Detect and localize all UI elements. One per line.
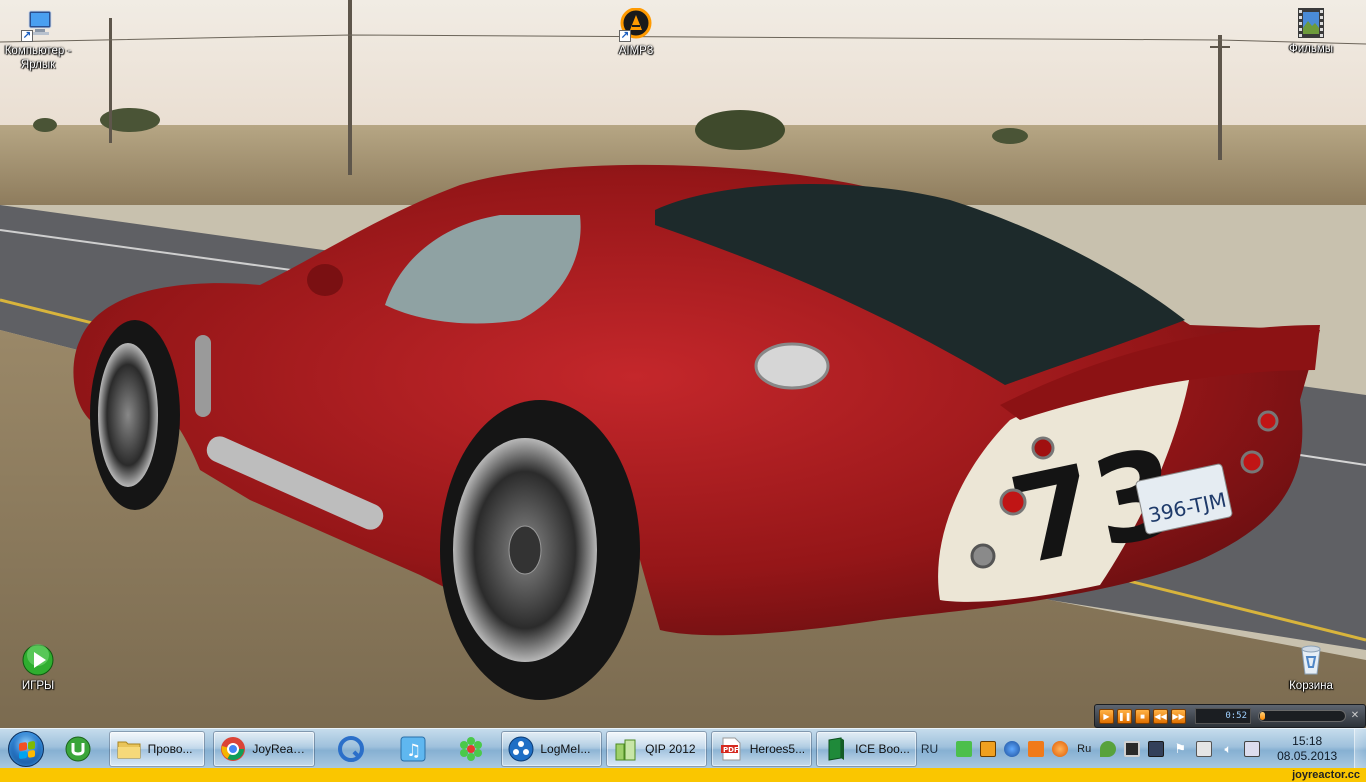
pet-icon[interactable] — [956, 740, 973, 757]
desktop-icon-computer[interactable]: ↗ Компьютер - Ярлык — [0, 8, 76, 72]
player-play-button[interactable]: ▶ — [1099, 708, 1114, 724]
desktop-icon-games[interactable]: ИГРЫ — [0, 643, 76, 693]
watermark-text: joyreactor.cc — [1292, 769, 1360, 781]
taskbar-pinned-icq[interactable] — [444, 731, 497, 767]
network-icon[interactable] — [1244, 740, 1261, 757]
desktop-icon-films[interactable]: Фильмы — [1273, 6, 1349, 56]
icq-flower-icon — [458, 736, 484, 762]
taskbar-item-qip[interactable]: QIP 2012 — [606, 730, 707, 767]
logmein-icon — [508, 736, 534, 762]
desktop-icon-aimp3[interactable]: ↗ AIMP3 — [598, 7, 674, 58]
language-indicator[interactable]: RU — [921, 742, 938, 756]
player-progress-fill — [1260, 712, 1266, 720]
utorrent-icon — [65, 736, 91, 762]
desktop-icon-label: Фильмы — [1288, 43, 1334, 55]
player-progress-bar[interactable] — [1258, 710, 1346, 722]
monitor-icon[interactable] — [1124, 740, 1141, 757]
desktop-icon-label: AIMP3 — [618, 45, 654, 57]
taskbar-item-chrome[interactable]: JoyReact... — [213, 730, 316, 767]
svg-text:PDF: PDF — [723, 746, 739, 754]
desktop-wallpaper: 73 396-TJM — [0, 0, 1366, 728]
player-pause-button[interactable]: ❚❚ — [1117, 708, 1132, 724]
system-tray: RU Ru ⚑ 🔈︎ 15:18 08.05.2013 — [921, 729, 1354, 769]
qip-icon — [613, 736, 639, 762]
shortcut-arrow-icon: ↗ — [21, 30, 33, 42]
desktop-icon-label: Корзина — [1289, 680, 1333, 692]
pdf-icon: PDF — [718, 736, 744, 762]
screen-icon[interactable] — [1148, 740, 1165, 757]
taskbar-pinned-music[interactable]: ♫ — [387, 731, 440, 767]
player-prev-button[interactable]: ◀◀ — [1153, 708, 1168, 724]
desktop-icon-label: Компьютер - Ярлык — [4, 45, 72, 71]
taskbar: Прово... JoyReact... ♫ LogMeI... QIP 201… — [0, 728, 1366, 769]
svg-text:♫: ♫ — [406, 741, 421, 761]
taskbar-item-label: Heroes5... — [749, 741, 806, 756]
desktop-icon-recycle-bin[interactable]: Корзина — [1273, 643, 1349, 693]
taskbar-item-label: Прово... — [147, 741, 193, 756]
watermark-bar: joyreactor.cc — [0, 768, 1366, 782]
taskbar-pinned-quicktime[interactable] — [319, 731, 382, 767]
desktop-icon-label: ИГРЫ — [21, 680, 55, 692]
recycle-bin-icon — [1294, 643, 1328, 677]
clock-date: 08.05.2013 — [1277, 748, 1338, 763]
quicktime-icon — [337, 735, 364, 762]
taskbar-item-logmein[interactable]: LogMeI... — [501, 730, 603, 767]
taskbar-item-label: QIP 2012 — [645, 741, 696, 756]
java-icon[interactable] — [1028, 740, 1045, 757]
taskbar-pinned-utorrent[interactable] — [51, 731, 104, 767]
computer-shortcut-icon: ↗ — [21, 8, 55, 42]
film-folder-icon — [1294, 6, 1328, 40]
taskbar-item-icebook[interactable]: ICE Boo... — [816, 730, 917, 767]
wallpaper-art: 73 396-TJM — [0, 0, 1366, 728]
ru-keyboard-icon[interactable]: Ru — [1076, 741, 1092, 757]
player-close-icon[interactable]: ✕ — [1349, 710, 1361, 722]
taskbar-item-label: LogMeI... — [540, 741, 591, 756]
music-note-icon: ♫ — [400, 736, 426, 762]
system-clock[interactable]: 15:18 08.05.2013 — [1264, 734, 1350, 764]
player-next-button[interactable]: ▶▶ — [1171, 708, 1186, 724]
aimp-mini-player[interactable]: ▶ ❚❚ ■ ◀◀ ▶▶ 0:52 ✕ — [1094, 704, 1366, 728]
explorer-folder-icon — [116, 736, 142, 762]
taskbar-item-pdf[interactable]: PDF Heroes5... — [710, 730, 813, 767]
aimp3-icon: ↗ — [619, 7, 653, 42]
start-button[interactable] — [0, 729, 51, 769]
orange-ball-icon[interactable] — [1052, 740, 1069, 757]
windows-logo-icon — [7, 730, 44, 767]
device-icon[interactable] — [1196, 740, 1213, 757]
chrome-icon — [220, 736, 246, 762]
volume-icon[interactable]: 🔈︎ — [1220, 741, 1236, 757]
games-play-icon — [21, 643, 55, 677]
clock-time: 15:18 — [1292, 733, 1323, 748]
taskbar-item-label: ICE Boo... — [855, 741, 910, 756]
flag-icon[interactable]: ⚑ — [1172, 741, 1188, 757]
shield-check-icon[interactable] — [1100, 740, 1117, 757]
media-icon[interactable] — [980, 740, 997, 757]
ice-book-icon — [823, 736, 849, 762]
player-time-display: 0:52 — [1195, 708, 1251, 724]
player-stop-button[interactable]: ■ — [1135, 708, 1150, 724]
taskbar-item-label: JoyReact... — [252, 741, 309, 756]
shortcut-arrow-icon: ↗ — [619, 30, 631, 42]
network-globe-icon[interactable] — [1004, 740, 1021, 757]
taskbar-item-explorer[interactable]: Прово... — [108, 730, 206, 767]
show-desktop-button[interactable] — [1354, 728, 1366, 769]
